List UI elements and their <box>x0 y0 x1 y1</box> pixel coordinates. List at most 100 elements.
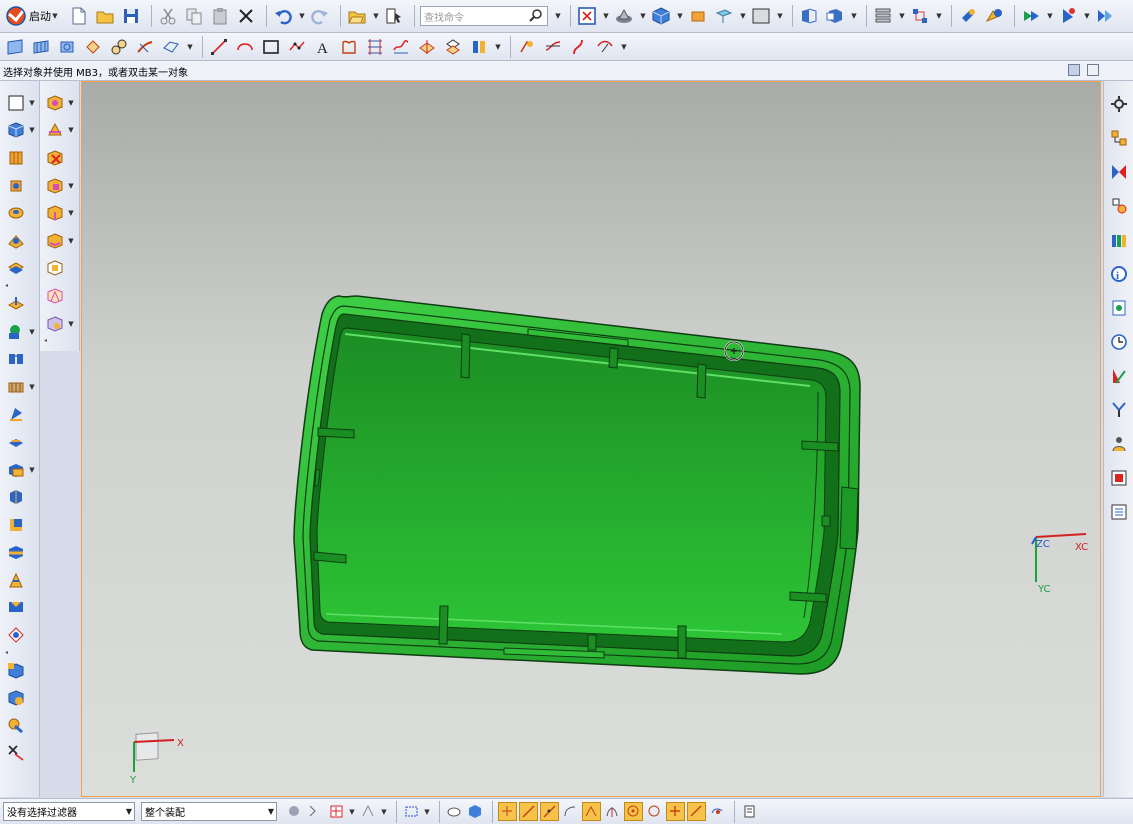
chevron-down-icon[interactable]: ▼ <box>51 5 59 27</box>
edge-blend-icon[interactable] <box>5 403 27 425</box>
settings-gear-icon[interactable] <box>1107 91 1131 117</box>
wave-link-icon[interactable] <box>5 715 27 737</box>
arc-center-snap-icon[interactable] <box>582 802 601 821</box>
revolve-icon[interactable] <box>56 36 78 58</box>
project-icon[interactable] <box>390 36 412 58</box>
open-recent-icon[interactable] <box>346 5 368 27</box>
existing-point-snap-icon[interactable] <box>666 802 685 821</box>
chamfer-icon[interactable] <box>364 36 386 58</box>
select-body-icon[interactable] <box>466 802 485 821</box>
chevron-down-icon[interactable]: ▼ <box>372 5 380 27</box>
chevron-down-icon[interactable]: ▼ <box>67 202 75 224</box>
intersect-body-icon[interactable] <box>5 514 27 536</box>
endpoint-snap-icon[interactable] <box>498 802 517 821</box>
manufacturing-icon[interactable] <box>1107 397 1131 423</box>
restore-icon[interactable] <box>1068 64 1080 76</box>
thicken-icon[interactable] <box>5 348 27 370</box>
part-navigator-icon[interactable] <box>1107 193 1131 219</box>
palettes-icon[interactable] <box>1107 499 1131 525</box>
datum-plane-icon[interactable] <box>5 293 27 315</box>
history-icon[interactable] <box>1107 295 1131 321</box>
fillet-icon[interactable] <box>338 36 360 58</box>
blend-icon[interactable] <box>516 36 538 58</box>
chevron-down-icon[interactable]: ▼ <box>28 459 36 481</box>
selection-scope-select[interactable]: 整个装配 ▼ <box>141 802 277 821</box>
new-file-icon[interactable] <box>68 5 90 27</box>
constraint-icon[interactable] <box>909 5 931 27</box>
chevron-down-icon[interactable]: ▼ <box>739 5 747 27</box>
chevron-down-icon[interactable]: ▼ <box>67 313 75 335</box>
spline-icon[interactable] <box>468 36 490 58</box>
layer-icon[interactable] <box>713 5 735 27</box>
undo-icon[interactable] <box>272 5 294 27</box>
chevron-down-icon[interactable]: ▼ <box>935 5 943 27</box>
chevron-down-icon[interactable]: ▼ <box>28 321 36 343</box>
extrude-icon[interactable] <box>30 36 52 58</box>
delete-icon[interactable] <box>235 5 257 27</box>
replace-component-icon[interactable] <box>1057 5 1079 27</box>
text-icon[interactable]: A <box>312 36 334 58</box>
general-selection-icon[interactable] <box>285 802 304 821</box>
orient-view-icon[interactable] <box>687 5 709 27</box>
chevron-down-icon[interactable]: ▼ <box>67 119 75 141</box>
start-menu-button[interactable]: 启动 ▼ <box>6 5 62 27</box>
xform-icon[interactable] <box>5 742 27 764</box>
pattern-icon[interactable] <box>82 36 104 58</box>
revolve-feature-icon[interactable] <box>5 175 27 197</box>
unite-icon[interactable] <box>5 459 27 481</box>
quadrant-snap-icon[interactable] <box>645 802 664 821</box>
move-face-icon[interactable] <box>44 285 66 307</box>
graphics-window[interactable]: ZC XC YC X Y <box>81 81 1101 797</box>
view-section-icon[interactable] <box>798 5 820 27</box>
chevron-down-icon[interactable]: ▼ <box>348 801 356 823</box>
line-icon[interactable] <box>208 36 230 58</box>
chevron-down-icon[interactable]: ▼ <box>28 119 36 141</box>
mate-component-icon[interactable] <box>1094 5 1116 27</box>
redo-icon[interactable] <box>309 5 331 27</box>
cut-icon[interactable] <box>157 5 179 27</box>
point-on-face-snap-icon[interactable] <box>708 802 727 821</box>
parting-icon[interactable] <box>44 119 66 141</box>
render-style-icon[interactable] <box>613 5 635 27</box>
chevron-down-icon[interactable]: ▼ <box>898 5 906 27</box>
boss-icon[interactable] <box>5 230 27 252</box>
chevron-down-icon[interactable]: ▼ <box>380 801 388 823</box>
point-icon[interactable] <box>286 36 308 58</box>
assembly-cube-icon[interactable] <box>5 660 27 682</box>
control-point-snap-icon[interactable] <box>540 802 559 821</box>
web-browser-icon[interactable]: i <box>1107 261 1131 287</box>
reference-set-icon[interactable] <box>1020 5 1042 27</box>
snap-settings-icon[interactable] <box>740 802 759 821</box>
curve-icon[interactable] <box>442 36 464 58</box>
assembly-navigator-icon[interactable] <box>1107 125 1131 151</box>
extrude-feature-icon[interactable] <box>5 147 27 169</box>
chevron-down-icon[interactable]: ▼ <box>126 807 132 816</box>
reuse-library-icon[interactable] <box>1107 227 1131 253</box>
replace-face-icon[interactable] <box>44 202 66 224</box>
component-icon[interactable] <box>5 687 27 709</box>
copy-icon[interactable] <box>183 5 205 27</box>
spline-edit-icon[interactable] <box>594 36 616 58</box>
command-search-input[interactable]: 查找命令 <box>420 6 548 26</box>
intersect-icon[interactable] <box>416 36 438 58</box>
chevron-down-icon[interactable]: ▼ <box>639 5 647 27</box>
display-cube-icon[interactable] <box>824 5 846 27</box>
offset-icon[interactable] <box>160 36 182 58</box>
chevron-down-icon[interactable]: ▼ <box>1046 5 1054 27</box>
paste-icon[interactable] <box>209 5 231 27</box>
chevron-down-icon[interactable]: ▼ <box>1083 5 1091 27</box>
pocket-icon[interactable] <box>5 257 27 279</box>
move-component-icon[interactable] <box>957 5 979 27</box>
intersection-snap-icon[interactable] <box>561 802 580 821</box>
chevron-down-icon[interactable]: ▼ <box>776 5 784 27</box>
chevron-down-icon[interactable]: ▼ <box>268 807 274 816</box>
chevron-down-icon[interactable]: ▼ <box>554 5 562 27</box>
shaded-cube-icon[interactable] <box>650 5 672 27</box>
snap-filter-icon[interactable] <box>306 802 325 821</box>
chevron-down-icon[interactable]: ▼ <box>186 36 194 58</box>
analysis-icon[interactable] <box>542 36 564 58</box>
draft-icon[interactable] <box>5 376 27 398</box>
block-icon[interactable] <box>5 119 27 141</box>
midpoint-snap-icon[interactable] <box>519 802 538 821</box>
background-icon[interactable] <box>750 5 772 27</box>
